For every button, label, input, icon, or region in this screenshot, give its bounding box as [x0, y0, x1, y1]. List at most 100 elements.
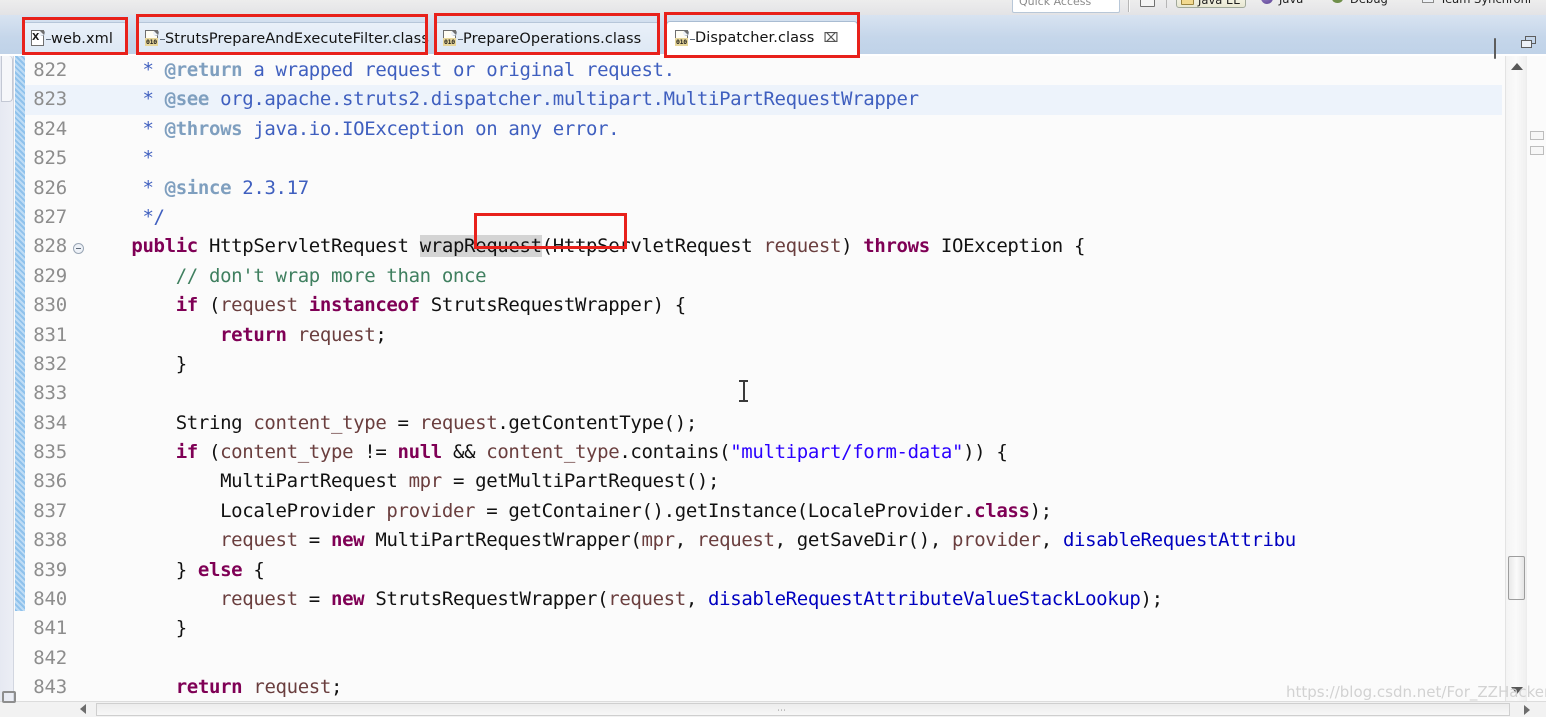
tab-dispatcher-label: Dispatcher.class: [695, 30, 815, 46]
code-line[interactable]: * @return a wrapped request or original …: [87, 56, 1502, 85]
code-line[interactable]: } else {: [87, 556, 1502, 585]
minimize-view-button[interactable]: [1494, 38, 1496, 59]
code-token: = getContainer().getInstance(LocaleProvi…: [475, 499, 975, 522]
scroll-right-arrow-icon[interactable]: [1524, 705, 1530, 715]
code-line[interactable]: *: [87, 144, 1502, 173]
perspective-java-ee[interactable]: Java EE: [1176, 0, 1247, 8]
overview-ruler[interactable]: [1526, 56, 1546, 701]
code-token: content_type: [486, 441, 620, 464]
code-token: );: [1029, 499, 1053, 522]
code-token: }: [87, 558, 198, 581]
code-line[interactable]: * @since 2.3.17: [87, 174, 1502, 203]
line-number: 839: [33, 558, 67, 581]
line-number-row: 830: [25, 291, 87, 320]
code-token: *: [87, 176, 165, 199]
line-number: 832: [33, 352, 67, 375]
close-icon[interactable]: ⌧: [823, 32, 838, 45]
code-token: request: [253, 676, 331, 699]
code-line[interactable]: // don't wrap more than once: [87, 262, 1502, 291]
code-editor[interactable]: 822 823 824 825 826 827 828 829 830 831 832 833 834 8…: [0, 56, 1546, 701]
code-token: // don't wrap more than once: [87, 264, 487, 287]
code-token: @return: [164, 59, 243, 81]
code-token: request: [608, 588, 686, 611]
code-line[interactable]: * @throws java.io.IOException on any err…: [87, 115, 1502, 144]
line-number: 833: [33, 382, 67, 405]
overview-marker[interactable]: [1530, 146, 1544, 155]
code-token: provider: [386, 499, 476, 522]
quick-access-input[interactable]: Quick Access: [1012, 0, 1120, 13]
perspective-team-sync[interactable]: Team Synchroni: [1420, 0, 1533, 8]
code-line[interactable]: }: [87, 350, 1502, 379]
tab-struts-prepare-and-execute-filter[interactable]: 010 StrutsPrepareAndExecuteFilter.class: [136, 22, 429, 54]
overview-marker[interactable]: [1530, 131, 1544, 140]
restore-view-handle[interactable]: [1, 56, 13, 102]
line-number-row: 827: [25, 203, 87, 232]
horizontal-scrollbar-track[interactable]: ⋯: [96, 703, 1510, 716]
code-line[interactable]: public HttpServletRequest wrapRequest(Ht…: [87, 232, 1502, 261]
code-token: }: [87, 352, 187, 375]
perspective-java-label: Java: [1279, 0, 1303, 6]
code-text-area[interactable]: * @return a wrapped request or original …: [87, 56, 1502, 701]
code-token: request: [220, 294, 298, 317]
perspective-debug[interactable]: Debug: [1330, 0, 1390, 8]
code-token: .getContentType();: [497, 411, 697, 434]
code-line[interactable]: request = new StrutsRequestWrapper(reque…: [87, 585, 1502, 614]
code-line-text: String content_type = request.getContent…: [87, 409, 698, 438]
code-line[interactable]: String content_type = request.getContent…: [87, 409, 1502, 438]
code-line[interactable]: * @see org.apache.struts2.dispatcher.mul…: [87, 85, 1502, 115]
vertical-scrollbar-thumb[interactable]: [1508, 556, 1525, 600]
line-number-row: 843: [25, 673, 87, 701]
horizontal-scrollbar[interactable]: ⋯: [0, 701, 1546, 717]
code-token: );: [1140, 588, 1164, 611]
code-token: @since: [164, 176, 232, 199]
tab-dispatcher[interactable]: 010 Dispatcher.class ⌧: [666, 21, 858, 55]
line-number: 836: [33, 470, 67, 493]
code-fold-collapse-icon[interactable]: [73, 243, 84, 255]
code-token: .contains(: [619, 441, 731, 464]
class-file-icon: 010: [144, 30, 165, 47]
code-line[interactable]: [87, 644, 1502, 673]
code-line-text: public HttpServletRequest wrapRequest(Ht…: [87, 232, 1085, 261]
code-token: StrutsRequestWrapper(: [364, 588, 609, 611]
code-line-text: }: [87, 614, 187, 643]
line-number: 824: [33, 117, 67, 140]
vertical-scrollbar[interactable]: [1505, 56, 1526, 701]
code-line-text: request = new StrutsRequestWrapper(reque…: [87, 585, 1163, 614]
line-number: 838: [33, 529, 67, 552]
code-line[interactable]: if (request instanceof StrutsRequestWrap…: [87, 291, 1502, 320]
tab-web-xml[interactable]: X web.xml: [22, 22, 128, 54]
code-token: request: [419, 411, 498, 434]
open-perspective-icon[interactable]: [1140, 0, 1155, 7]
code-line[interactable]: request = new MultiPartRequestWrapper(mp…: [87, 526, 1502, 555]
editor-tab-bar: X web.xml 010 StrutsPrepareAndExecuteFil…: [0, 15, 1546, 59]
perspective-java-ee-label: Java EE: [1198, 0, 1241, 7]
line-number-row: 831: [25, 321, 87, 350]
code-token: class: [974, 499, 1030, 522]
code-line-text: return request;: [87, 673, 343, 701]
code-token: request: [696, 529, 775, 552]
code-line-text: } else {: [87, 556, 265, 585]
debug-perspective-icon: [1332, 0, 1343, 3]
code-line[interactable]: return request;: [87, 321, 1502, 350]
team-sync-perspective-icon: [1422, 0, 1434, 3]
line-number-row: 829: [25, 262, 87, 291]
editor-corner-widget[interactable]: [2, 691, 16, 703]
code-line-text: LocaleProvider provider = getContainer()…: [87, 497, 1052, 526]
tab-web-xml-label: web.xml: [51, 30, 114, 47]
code-token: {: [242, 558, 265, 581]
code-line[interactable]: }: [87, 614, 1502, 643]
code-line[interactable]: LocaleProvider provider = getContainer()…: [87, 497, 1502, 526]
line-number: 826: [33, 176, 67, 199]
perspective-java[interactable]: Java: [1259, 0, 1305, 8]
code-line[interactable]: MultiPartRequest mpr = getMultiPartReque…: [87, 467, 1502, 496]
scroll-up-arrow-icon[interactable]: [1511, 63, 1523, 70]
tab-prepare-operations[interactable]: 010 PrepareOperations.class: [434, 22, 660, 54]
code-line[interactable]: if (content_type != null && content_type…: [87, 438, 1502, 467]
code-line-text: return request;: [87, 321, 387, 350]
code-line[interactable]: */: [87, 203, 1502, 232]
code-token: throws: [863, 235, 930, 258]
code-line[interactable]: [87, 379, 1502, 408]
scroll-left-arrow-icon[interactable]: [80, 704, 86, 714]
line-number: 842: [33, 646, 67, 669]
scrollbar-grip-icon: ⋯: [777, 706, 787, 716]
